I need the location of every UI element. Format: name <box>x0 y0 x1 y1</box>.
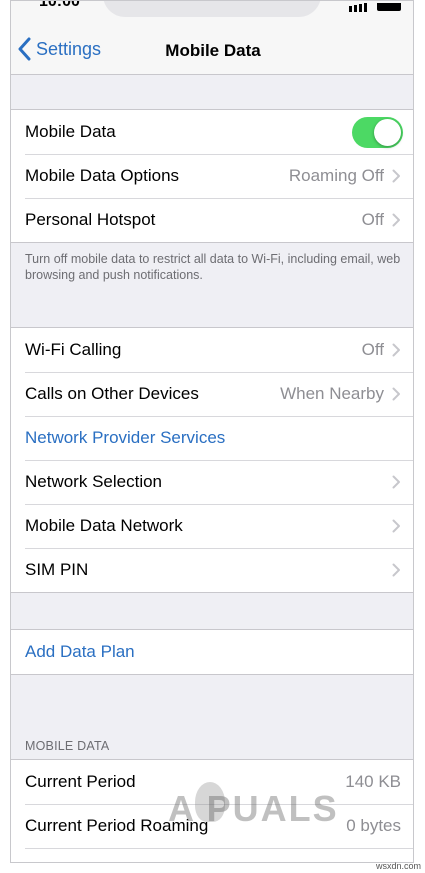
calling-network-group: Wi-Fi Calling Off Calls on Other Devices… <box>11 327 413 593</box>
current-period-roaming-value: 0 bytes <box>346 816 401 835</box>
battery-icon <box>377 3 401 11</box>
navigation-bar: Settings Mobile Data <box>11 23 413 75</box>
data-plan-group: Add Data Plan <box>11 629 413 675</box>
mobile-data-options-value: Roaming Off <box>288 166 384 185</box>
status-time: 10:00 <box>39 0 80 10</box>
row-add-data-plan[interactable]: Add Data Plan <box>11 630 413 674</box>
chevron-right-icon <box>392 475 400 489</box>
mobile-data-options-label: Mobile Data Options <box>25 166 180 185</box>
mobile-data-label: Mobile Data <box>25 122 116 141</box>
row-mobile-data-network[interactable]: Mobile Data Network <box>11 504 413 548</box>
row-mobile-data-options[interactable]: Mobile Data Options Roaming Off <box>11 154 413 198</box>
mobile-data-footer-note: Turn off mobile data to restrict all dat… <box>25 252 401 282</box>
wifi-calling-value: Off <box>361 340 384 359</box>
settings-list: Mobile Data Mobile Data Options Roaming … <box>11 75 413 862</box>
chevron-right-icon <box>392 387 400 401</box>
chevron-right-icon <box>392 343 400 357</box>
chevron-right-icon <box>392 563 400 577</box>
row-truncated <box>11 848 413 862</box>
current-period-value: 140 KB <box>345 772 401 791</box>
mobile-data-section-header: MOBILE DATA <box>25 739 110 753</box>
status-bar: 10:00 <box>11 0 413 23</box>
signal-icon <box>349 3 367 12</box>
chevron-right-icon <box>392 169 400 183</box>
network-selection-label: Network Selection <box>25 472 163 491</box>
notch <box>103 1 321 17</box>
personal-hotspot-value: Off <box>361 210 384 229</box>
row-sim-pin[interactable]: SIM PIN <box>11 548 413 592</box>
row-personal-hotspot[interactable]: Personal Hotspot Off <box>11 198 413 242</box>
calls-other-devices-label: Calls on Other Devices <box>25 384 199 403</box>
sim-pin-label: SIM PIN <box>25 560 89 579</box>
watermark-logo: A PUALS <box>168 788 339 829</box>
row-network-selection[interactable]: Network Selection <box>11 460 413 504</box>
personal-hotspot-label: Personal Hotspot <box>25 210 156 229</box>
site-credit: wsxdn.com <box>375 861 421 871</box>
network-provider-services-link: Network Provider Services <box>25 428 226 447</box>
add-data-plan-link: Add Data Plan <box>25 642 135 661</box>
chevron-right-icon <box>392 213 400 227</box>
mobile-data-network-label: Mobile Data Network <box>25 516 183 535</box>
row-wifi-calling[interactable]: Wi-Fi Calling Off <box>11 328 413 372</box>
row-network-provider-services[interactable]: Network Provider Services <box>11 416 413 460</box>
toggle-knob <box>374 118 401 146</box>
phone-screen: 10:00 Settings Mobile Data Mobile Data M… <box>10 0 414 863</box>
mobile-data-group: Mobile Data Mobile Data Options Roaming … <box>11 109 413 243</box>
calls-other-devices-value: When Nearby <box>280 384 384 403</box>
mobile-data-toggle[interactable] <box>352 116 403 148</box>
page-title: Mobile Data <box>165 41 261 60</box>
row-mobile-data: Mobile Data <box>11 110 413 154</box>
wifi-calling-label: Wi-Fi Calling <box>25 340 122 359</box>
row-calls-other-devices[interactable]: Calls on Other Devices When Nearby <box>11 372 413 416</box>
chevron-right-icon <box>392 519 400 533</box>
